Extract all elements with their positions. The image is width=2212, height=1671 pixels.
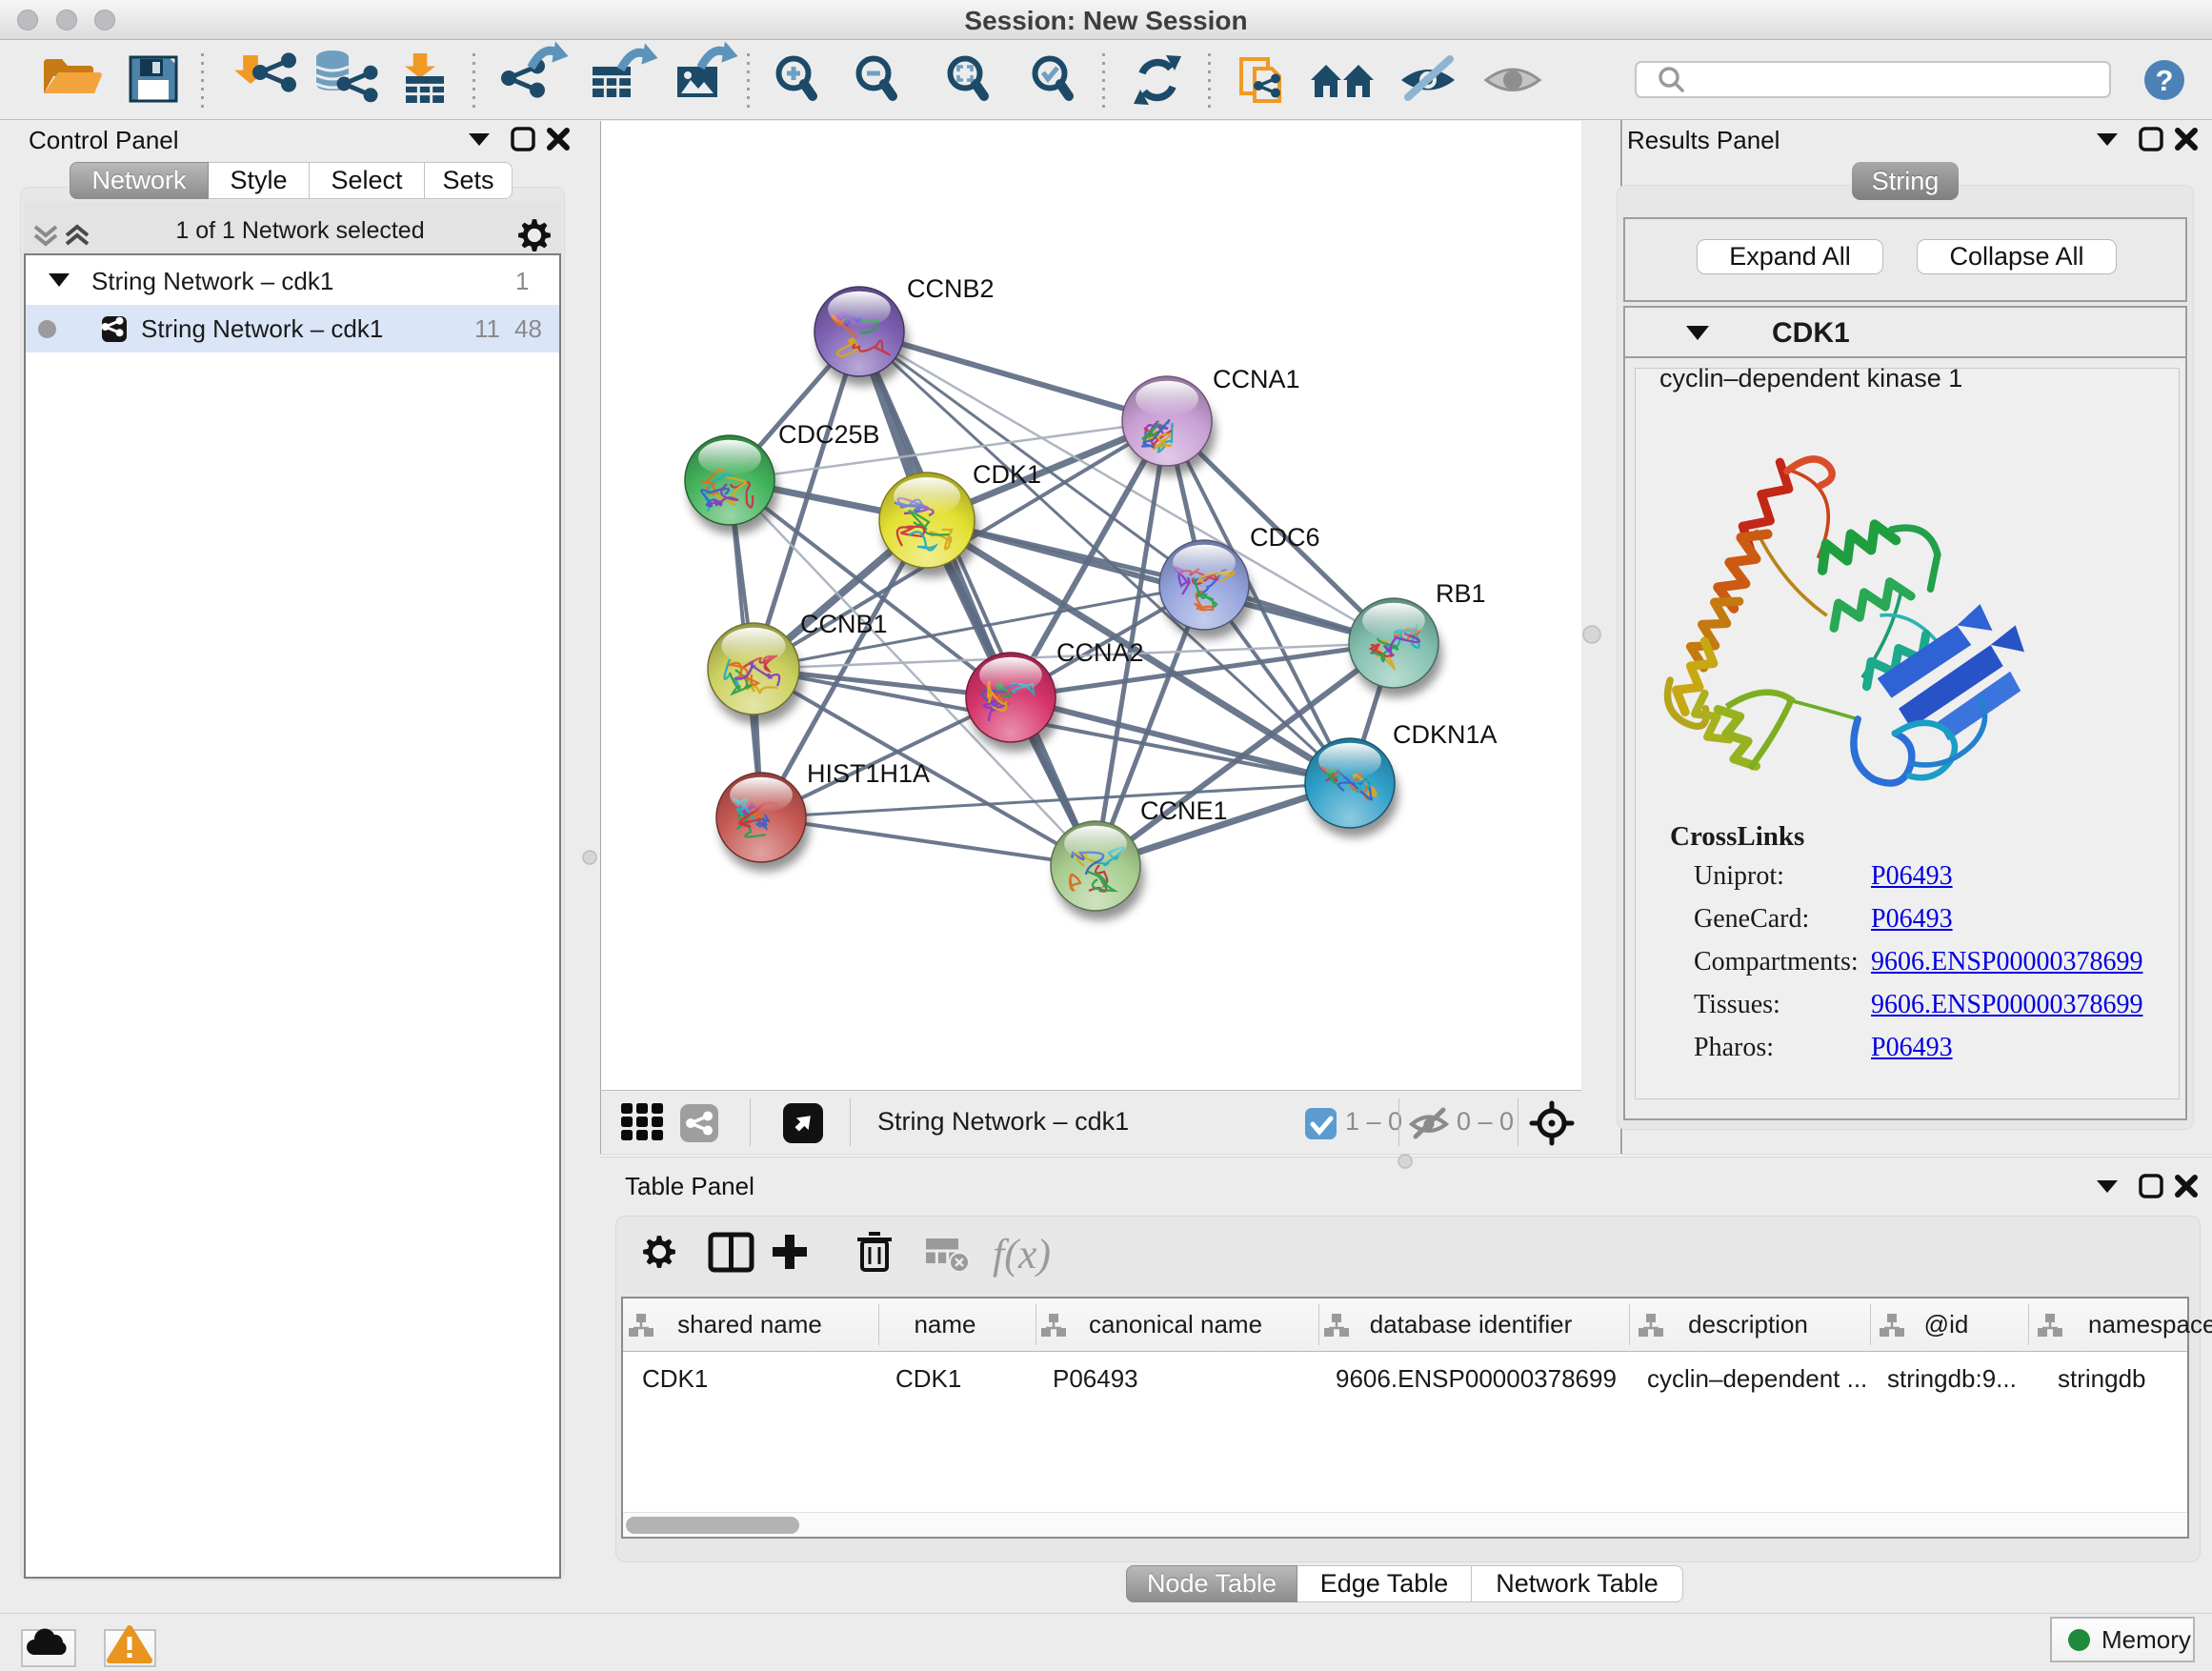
svg-text:RB1: RB1 xyxy=(1436,579,1486,608)
svg-text:CDC6: CDC6 xyxy=(1250,523,1320,552)
svg-text:CCNA1: CCNA1 xyxy=(1213,365,1300,393)
svg-text:CDC25B: CDC25B xyxy=(778,420,880,449)
svg-text:CDKN1A: CDKN1A xyxy=(1393,720,1498,749)
svg-text:CDK1: CDK1 xyxy=(973,460,1041,489)
svg-text:CCNB1: CCNB1 xyxy=(800,610,888,638)
svg-text:CCNB2: CCNB2 xyxy=(907,274,995,303)
svg-text:CCNE1: CCNE1 xyxy=(1140,796,1228,825)
svg-text:HIST1H1A: HIST1H1A xyxy=(807,759,930,788)
svg-text:CCNA2: CCNA2 xyxy=(1056,638,1144,667)
